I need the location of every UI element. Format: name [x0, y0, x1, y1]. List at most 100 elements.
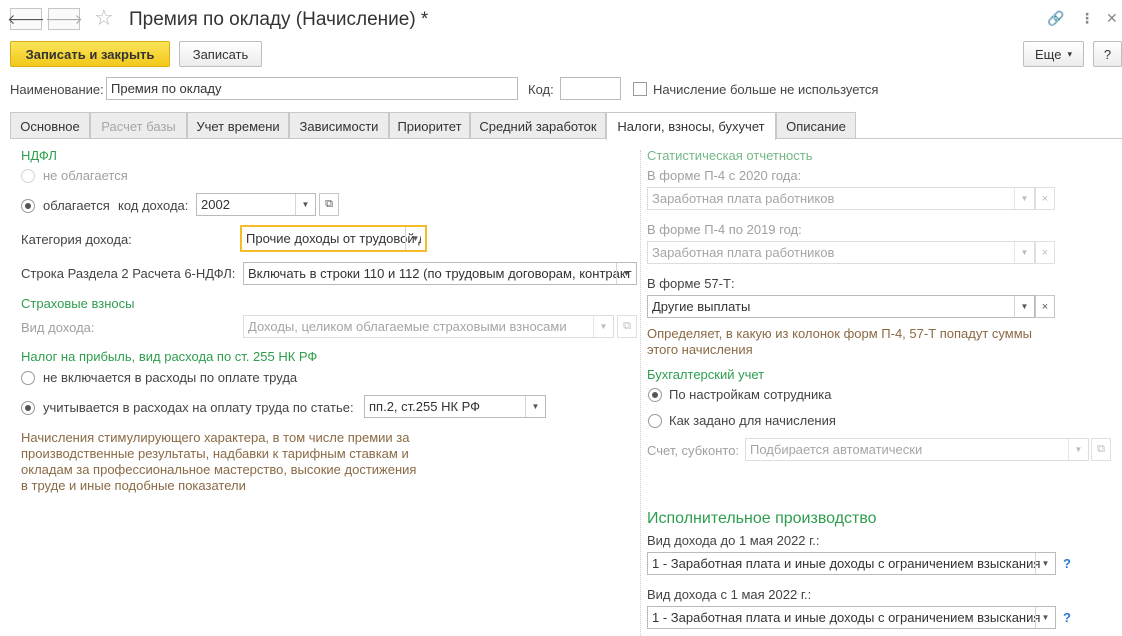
- account-label: Счет, субконто:: [647, 443, 740, 458]
- f57t-select[interactable]: Другие выплаты ▼: [647, 295, 1035, 318]
- tab-main[interactable]: Основное: [10, 112, 90, 139]
- insurance-income-type-value: Доходы, целиком облагаемые страховыми вз…: [248, 319, 567, 334]
- more-button[interactable]: Еще ▾: [1023, 41, 1084, 67]
- link-icon[interactable]: 🔗: [1047, 9, 1064, 27]
- tab-average-earnings[interactable]: Средний заработок: [470, 112, 606, 139]
- p4-2020-value: Заработная плата работников: [652, 191, 835, 206]
- back-button[interactable]: 🡐: [7, 8, 45, 30]
- p4-2019-select[interactable]: Заработная плата работников ▼: [647, 241, 1035, 264]
- dropdown-arrow-icon[interactable]: ▼: [593, 316, 613, 337]
- income-category-select[interactable]: Прочие доходы от трудовой деятельности ▼: [240, 225, 427, 252]
- arrow-right-icon: 🡒: [45, 10, 83, 27]
- note-line: Начисления стимулирующего характера, в т…: [21, 430, 410, 445]
- dropdown-arrow-icon[interactable]: ▼: [1014, 242, 1034, 263]
- p4-2020-select[interactable]: Заработная плата работников ▼: [647, 187, 1035, 210]
- enforcement-before-value: 1 - Заработная плата и иные доходы с огр…: [652, 556, 1041, 571]
- enforcement-heading: Исполнительное производство: [647, 510, 877, 527]
- enforcement-after-select[interactable]: 1 - Заработная плата и иные доходы с огр…: [647, 606, 1056, 629]
- income-category-value: Прочие доходы от трудовой деятельности: [246, 231, 421, 246]
- tab-taxes[interactable]: Налоги, взносы, бухучет: [606, 112, 776, 140]
- enforcement-after-value: 1 - Заработная плата и иные доходы с огр…: [652, 610, 1041, 625]
- dropdown-arrow-icon[interactable]: ▼: [525, 396, 545, 417]
- more-vertical-icon[interactable]: ⋮: [1080, 9, 1094, 27]
- insurance-income-type-select[interactable]: Доходы, целиком облагаемые страховыми вз…: [243, 315, 614, 338]
- not-used-label: Начисление больше не используется: [653, 82, 879, 97]
- income-code-input[interactable]: 2002 ▼: [196, 193, 316, 216]
- enforcement-before-select[interactable]: 1 - Заработная плата и иные доходы с огр…: [647, 552, 1056, 575]
- save-button[interactable]: Записать: [179, 41, 262, 67]
- note-line: в труде и иные подобные показатели: [21, 478, 246, 493]
- enforcement-before-label: Вид дохода до 1 мая 2022 г.:: [647, 533, 820, 548]
- enforcement-after-label: Вид дохода с 1 мая 2022 г.:: [647, 587, 812, 602]
- statistics-heading: Статистическая отчетность: [647, 148, 813, 163]
- note-line: производственные результаты, надбавки к …: [21, 446, 409, 461]
- dropdown-arrow-icon[interactable]: ▼: [1068, 439, 1088, 460]
- accounting-by-employee-label: По настройкам сотрудника: [669, 387, 832, 402]
- name-label: Наименование:: [10, 82, 104, 97]
- tab-base-calculation[interactable]: Расчет базы: [90, 112, 187, 139]
- profit-not-included-radio[interactable]: [21, 371, 35, 385]
- tab-time-accounting[interactable]: Учет времени: [187, 112, 289, 139]
- save-and-close-button[interactable]: Записать и закрыть: [10, 41, 170, 67]
- insurance-income-type-label: Вид дохода:: [21, 320, 95, 335]
- open-icon[interactable]: ⧉: [1091, 438, 1111, 461]
- profit-article-select[interactable]: пп.2, ст.255 НК РФ ▼: [364, 395, 546, 418]
- row-6ndfl-label: Строка Раздела 2 Расчета 6-НДФЛ:: [21, 266, 236, 281]
- not-used-checkbox[interactable]: [633, 82, 647, 96]
- account-placeholder: Подбирается автоматически: [750, 442, 923, 457]
- chevron-down-icon: ▾: [1067, 48, 1072, 59]
- dropdown-arrow-icon[interactable]: ▼: [1014, 296, 1034, 317]
- dropdown-arrow-icon[interactable]: ▼: [295, 194, 315, 215]
- profit-not-included-label: не включается в расходы по оплате труда: [43, 370, 298, 385]
- favorite-star-icon[interactable]: ☆: [94, 5, 114, 31]
- p4-2020-label: В форме П-4 с 2020 года:: [647, 168, 802, 183]
- code-input[interactable]: [560, 77, 621, 100]
- enforcement-before-help-icon[interactable]: ?: [1063, 556, 1071, 571]
- accounting-as-set-radio[interactable]: [648, 414, 662, 428]
- ndfl-taxed-radio[interactable]: [21, 199, 35, 213]
- dropdown-arrow-icon[interactable]: ▼: [405, 227, 425, 250]
- dropdown-arrow-icon[interactable]: ▼: [1035, 553, 1055, 574]
- open-icon[interactable]: ⧉: [617, 315, 637, 338]
- profit-tax-heading: Налог на прибыль, вид расхода по ст. 255…: [21, 349, 318, 364]
- profit-article-value: пп.2, ст.255 НК РФ: [369, 399, 481, 414]
- close-icon[interactable]: ✕: [1106, 9, 1118, 27]
- note-line: этого начисления: [647, 342, 753, 357]
- ndfl-not-taxed-radio[interactable]: [21, 169, 35, 183]
- accounting-heading: Бухгалтерский учет: [647, 367, 765, 382]
- tab-priority[interactable]: Приоритет: [389, 112, 470, 139]
- column-divider: [640, 150, 641, 636]
- clear-icon[interactable]: ×: [1035, 187, 1055, 210]
- forward-button[interactable]: 🡒: [45, 8, 83, 30]
- p4-2019-label: В форме П-4 по 2019 год:: [647, 222, 802, 237]
- dropdown-arrow-icon[interactable]: ▼: [1014, 188, 1034, 209]
- tab-description[interactable]: Описание: [776, 112, 856, 139]
- note-line: окладам за профессиональное мастерство, …: [21, 462, 417, 477]
- enforcement-after-help-icon[interactable]: ?: [1063, 610, 1071, 625]
- p4-2019-value: Заработная плата работников: [652, 245, 835, 260]
- help-button[interactable]: ?: [1093, 41, 1122, 67]
- more-button-label: Еще: [1035, 46, 1062, 62]
- clear-icon[interactable]: ×: [1035, 295, 1055, 318]
- row-6ndfl-select[interactable]: Включать в строки 110 и 112 (по трудовым…: [243, 262, 637, 285]
- profit-tax-note: Начисления стимулирующего характера, в т…: [21, 430, 416, 494]
- account-select[interactable]: Подбирается автоматически ▼: [745, 438, 1089, 461]
- tab-dependencies[interactable]: Зависимости: [289, 112, 389, 139]
- name-input[interactable]: Премия по окладу: [106, 77, 518, 100]
- accounting-as-set-label: Как задано для начисления: [669, 413, 836, 428]
- statistics-note: Определяет, в какую из колонок форм П-4,…: [647, 326, 1032, 358]
- open-icon[interactable]: ⧉: [319, 193, 339, 216]
- note-line: Определяет, в какую из колонок форм П-4,…: [647, 326, 1033, 341]
- accounting-by-employee-radio[interactable]: [648, 388, 662, 402]
- dropdown-arrow-icon[interactable]: ▼: [1035, 607, 1055, 628]
- ndfl-heading: НДФЛ: [21, 148, 57, 163]
- row-6ndfl-value: Включать в строки 110 и 112 (по трудовым…: [248, 266, 632, 281]
- dropdown-arrow-icon[interactable]: ▼: [616, 263, 636, 284]
- clear-icon[interactable]: ×: [1035, 241, 1055, 264]
- insurance-heading: Страховые взносы: [21, 296, 135, 311]
- name-value: Премия по окладу: [111, 81, 222, 96]
- tab-strip-divider: [10, 138, 1122, 139]
- profit-included-radio[interactable]: [21, 401, 35, 415]
- f57t-value: Другие выплаты: [652, 299, 751, 314]
- ndfl-taxed-label: облагается: [43, 198, 110, 213]
